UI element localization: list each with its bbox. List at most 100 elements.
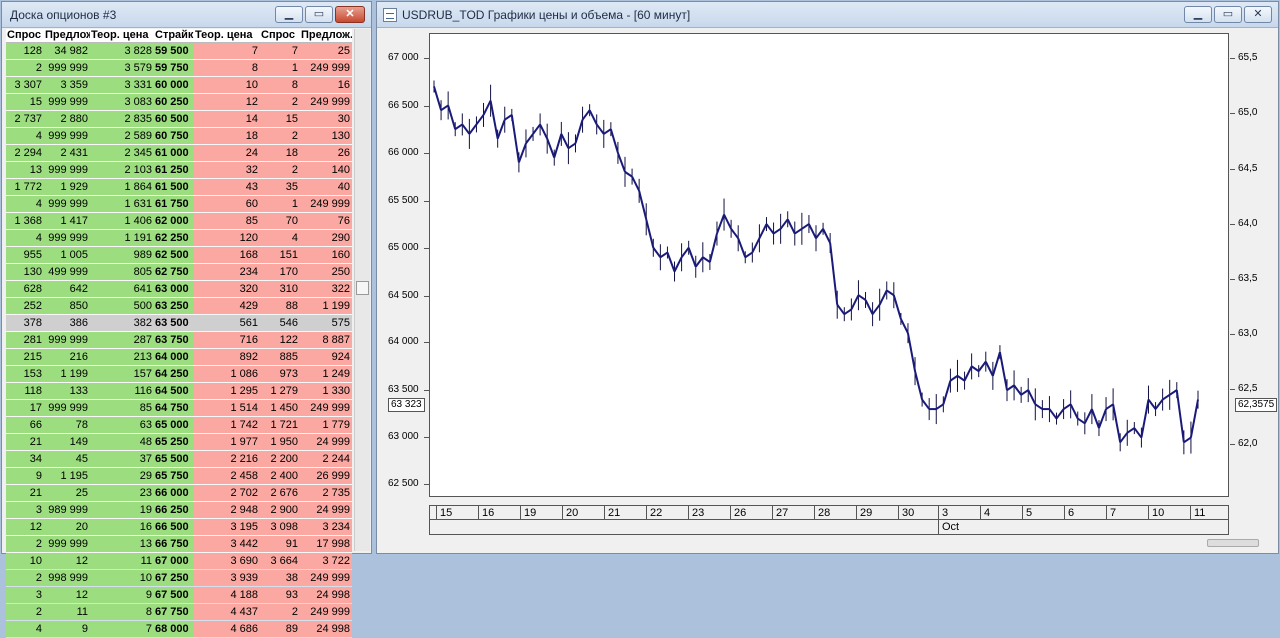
table-cell: 3 442	[194, 536, 260, 552]
table-row[interactable]: 4 999 999 1 631 61 750 60 1 249 999	[6, 196, 352, 213]
col-header[interactable]: Предлож.	[300, 29, 352, 42]
col-header[interactable]: Теор. цена	[194, 29, 260, 42]
table-cell: 4 188	[194, 587, 260, 603]
table-row[interactable]: 1 772 1 929 1 864 61 500 43 35 40	[6, 179, 352, 196]
table-row[interactable]: 2 999 999 3 579 59 750 8 1 249 999	[6, 60, 352, 77]
scroll-thumb[interactable]	[356, 281, 369, 295]
table-row[interactable]: 3 12 9 67 500 4 188 93 24 998	[6, 587, 352, 604]
y-tick-left: 64 500	[388, 290, 419, 301]
table-cell: 3 083	[90, 94, 154, 110]
table-row[interactable]: 128 34 982 3 828 59 500 7 7 25	[6, 43, 352, 60]
table-row[interactable]: 1 368 1 417 1 406 62 000 85 70 76	[6, 213, 352, 230]
table-cell: 85	[194, 213, 260, 229]
board-titlebar[interactable]: Доска опционов #3 ▁ ▭ ✕	[2, 2, 371, 28]
table-cell: 64 750	[154, 400, 194, 416]
table-cell: 249 999	[300, 94, 352, 110]
y-tick-right: 64,5	[1238, 163, 1258, 174]
price-line-segment	[857, 294, 867, 301]
table-cell: 24 998	[300, 587, 352, 603]
minimize-button[interactable]: ▁	[1184, 6, 1212, 23]
table-row[interactable]: 3 307 3 359 3 331 60 000 10 8 16	[6, 77, 352, 94]
table-cell: 10	[194, 77, 260, 93]
table-row[interactable]: 215 216 213 64 000 892 885 924	[6, 349, 352, 366]
price-line-segment	[971, 365, 980, 372]
table-row[interactable]: 3 989 999 19 66 250 2 948 2 900 24 999	[6, 502, 352, 519]
close-button[interactable]: ✕	[1244, 6, 1272, 23]
x-day-label: 19	[524, 507, 537, 519]
table-row[interactable]: 628 642 641 63 000 320 310 322	[6, 281, 352, 298]
price-line-segment	[786, 218, 796, 234]
table-row[interactable]: 15 999 999 3 083 60 250 12 2 249 999	[6, 94, 352, 111]
table-cell: 8	[90, 604, 154, 620]
x-separator	[604, 506, 605, 519]
table-cell: 3 098	[260, 519, 300, 535]
col-header[interactable]: Предлож.	[44, 29, 90, 42]
table-cell: 3 579	[90, 60, 154, 76]
table-row[interactable]: 130 499 999 805 62 750 234 170 250	[6, 264, 352, 281]
y-tick-mark	[424, 437, 429, 438]
vertical-scrollbar[interactable]	[354, 29, 370, 551]
table-cell: 67 000	[154, 553, 194, 569]
table-row[interactable]: 378 386 382 63 500 561 546 575	[6, 315, 352, 332]
price-line-segment	[906, 332, 917, 372]
table-row[interactable]: 118 133 116 64 500 1 295 1 279 1 330	[6, 383, 352, 400]
table-row[interactable]: 66 78 63 65 000 1 742 1 721 1 779	[6, 417, 352, 434]
horizontal-scroll-thumb[interactable]	[1207, 539, 1259, 547]
table-cell: 2	[6, 60, 44, 76]
x-separator	[730, 506, 731, 519]
table-row[interactable]: 2 999 999 13 66 750 3 442 91 17 998	[6, 536, 352, 553]
table-row[interactable]: 252 850 500 63 250 429 88 1 199	[6, 298, 352, 315]
col-header[interactable]: Спрос	[260, 29, 300, 42]
options-board-window: Доска опционов #3 ▁ ▭ ✕ Спрос Предлож. Т…	[1, 1, 372, 638]
table-row[interactable]: 281 999 999 287 63 750 716 122 8 887	[6, 332, 352, 349]
price-line-segment	[984, 361, 994, 377]
y-tick-left: 62 500	[388, 478, 419, 489]
table-row[interactable]: 91 195 29 65 750 2 458 2 400 26 999	[6, 468, 352, 485]
table-cell: 35	[260, 179, 300, 195]
price-line-segment	[567, 142, 577, 149]
table-cell: 29	[90, 468, 154, 484]
table-row[interactable]: 2 737 2 880 2 835 60 500 14 15 30	[6, 111, 352, 128]
table-cell: 93	[260, 587, 300, 603]
price-line-segment	[878, 290, 888, 306]
table-cell: 62 750	[154, 264, 194, 280]
table-cell: 290	[300, 230, 352, 246]
table-row[interactable]: 21 149 48 65 250 1 977 1 950 24 999	[6, 434, 352, 451]
table-row[interactable]: 13 999 999 2 103 61 250 32 2 140	[6, 162, 352, 179]
table-row[interactable]: 2 11 8 67 750 4 437 2 249 999	[6, 604, 352, 621]
table-cell: 310	[260, 281, 300, 297]
close-button[interactable]: ✕	[335, 6, 365, 23]
maximize-button[interactable]: ▭	[1214, 6, 1242, 23]
table-row[interactable]: 4 9 7 68 000 4 686 89 24 998	[6, 621, 352, 638]
minimize-button[interactable]: ▁	[275, 6, 303, 23]
table-cell: 1 199	[44, 366, 90, 382]
table-row[interactable]: 153 1 199 157 64 250 1 086 973 1 249	[6, 366, 352, 383]
table-row[interactable]: 2 998 999 10 67 250 3 939 38 249 999	[6, 570, 352, 587]
price-line-segment	[652, 247, 662, 258]
table-row[interactable]: 2 294 2 431 2 345 61 000 24 18 26	[6, 145, 352, 162]
price-line-segment	[921, 399, 930, 410]
x-day-label: 11	[1194, 507, 1206, 519]
table-row[interactable]: 955 1 005 989 62 500 168 151 160	[6, 247, 352, 264]
table-cell: 8	[194, 60, 260, 76]
table-cell: 60 000	[154, 77, 194, 93]
table-row[interactable]: 12 20 16 66 500 3 195 3 098 3 234	[6, 519, 352, 536]
y-tick-right: 65,0	[1238, 107, 1258, 118]
maximize-button[interactable]: ▭	[305, 6, 333, 23]
y-tick-right: 62,0	[1238, 438, 1258, 449]
table-cell: 43	[194, 179, 260, 195]
x-separator	[1022, 506, 1023, 519]
table-row[interactable]: 34 45 37 65 500 2 216 2 200 2 244	[6, 451, 352, 468]
table-cell: 61 500	[154, 179, 194, 195]
table-cell: 1 514	[194, 400, 260, 416]
price-line-segment	[680, 247, 690, 258]
col-header[interactable]: Страйк	[154, 29, 194, 42]
table-row[interactable]: 4 999 999 2 589 60 750 18 2 130	[6, 128, 352, 145]
table-row[interactable]: 4 999 999 1 191 62 250 120 4 290	[6, 230, 352, 247]
chart-titlebar[interactable]: USDRUB_TOD Графики цены и объема - [60 м…	[377, 2, 1278, 28]
col-header[interactable]: Теор. цена	[90, 29, 154, 42]
table-row[interactable]: 21 25 23 66 000 2 702 2 676 2 735	[6, 485, 352, 502]
price-plot-area[interactable]	[429, 33, 1229, 497]
col-header[interactable]: Спрос	[6, 29, 44, 42]
table-row[interactable]: 17 999 999 85 64 750 1 514 1 450 249 999	[6, 400, 352, 417]
